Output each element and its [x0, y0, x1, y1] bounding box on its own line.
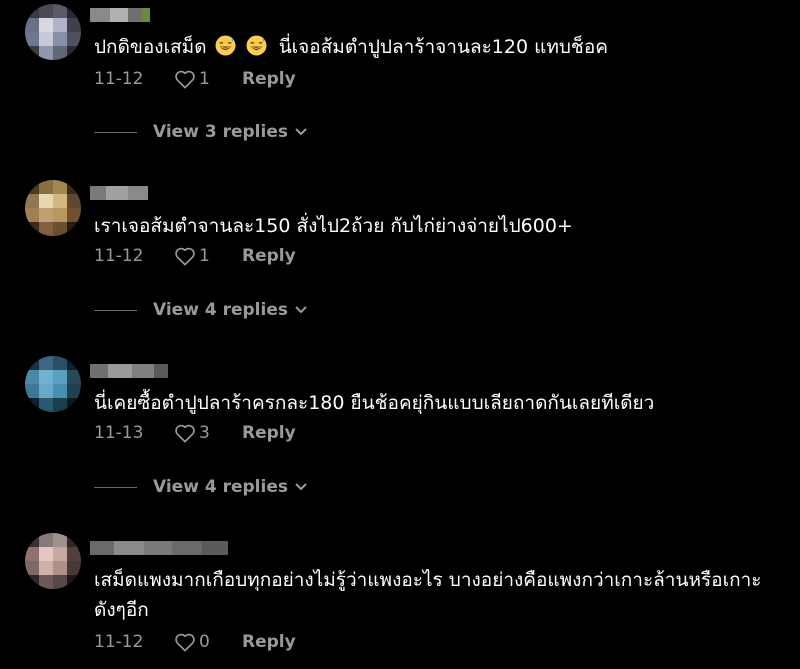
username-blurred[interactable] [90, 541, 228, 555]
comment-meta: 11-13 3 Reply [94, 421, 296, 445]
comment-date: 11-12 [94, 632, 144, 652]
chevron-down-icon [295, 483, 307, 491]
username-blurred[interactable] [90, 8, 150, 22]
comment-text-before: ปกดิของเสม็ด [94, 36, 207, 58]
grinning-sweat-face-icon [215, 35, 236, 56]
divider-line [94, 131, 137, 133]
like-button[interactable]: 1 [174, 69, 242, 89]
view-replies-label: View 4 replies [153, 477, 288, 497]
comment-date: 11-13 [94, 423, 144, 443]
like-count: 1 [199, 246, 210, 266]
chevron-down-icon [295, 128, 307, 136]
reply-button[interactable]: Reply [242, 423, 296, 443]
like-button[interactable]: 0 [174, 632, 242, 652]
reply-button[interactable]: Reply [242, 69, 296, 89]
avatar[interactable] [25, 356, 81, 412]
divider-line [94, 309, 137, 311]
view-replies-label: View 4 replies [153, 300, 288, 320]
heart-outline-icon [175, 247, 195, 266]
like-button[interactable]: 3 [174, 423, 242, 443]
avatar[interactable] [25, 180, 81, 236]
avatar[interactable] [25, 4, 81, 60]
like-count: 1 [199, 69, 210, 89]
comment-meta: 11-12 1 Reply [94, 244, 296, 268]
username-blurred[interactable] [90, 364, 168, 378]
comment-text: เสม็ดแพงมากเกือบทุกอย่างไม่รู้ว่าแพงอะไร… [94, 569, 762, 621]
like-count: 0 [199, 632, 210, 652]
view-replies-button[interactable]: View 4 replies [94, 475, 308, 499]
grinning-sweat-face-icon [246, 35, 267, 56]
chevron-down-icon [295, 306, 307, 314]
heart-outline-icon [175, 424, 195, 443]
view-replies-button[interactable]: View 3 replies [94, 120, 308, 144]
comment-text: ปกดิของเสม็ด นี่เจอส้มตำปูปลาร้าจานละ120… [94, 32, 784, 62]
username-blurred[interactable] [90, 186, 148, 200]
heart-outline-icon [175, 70, 195, 89]
divider-line [94, 486, 137, 488]
comment-date: 11-12 [94, 246, 144, 266]
avatar[interactable] [25, 533, 81, 589]
view-replies-button[interactable]: View 4 replies [94, 298, 308, 322]
comment-meta: 11-12 0 Reply [94, 630, 296, 654]
comment-date: 11-12 [94, 69, 144, 89]
like-count: 3 [199, 423, 210, 443]
reply-button[interactable]: Reply [242, 246, 296, 266]
reply-button[interactable]: Reply [242, 632, 296, 652]
comment-meta: 11-12 1 Reply [94, 67, 296, 91]
comment-text: นี่เคยซื้อตำปูปลาร้าครกละ180 ยืนช้อคยุ่ก… [94, 392, 655, 414]
heart-outline-icon [175, 633, 195, 652]
comment-text: เราเจอส้มตำจานละ150 สั่งไป2ถ้วย กับไก่ย่… [94, 215, 573, 237]
comment-text-after: นี่เจอส้มตำปูปลาร้าจานละ120 แทบช็อค [278, 36, 608, 58]
like-button[interactable]: 1 [174, 246, 242, 266]
view-replies-label: View 3 replies [153, 122, 288, 142]
